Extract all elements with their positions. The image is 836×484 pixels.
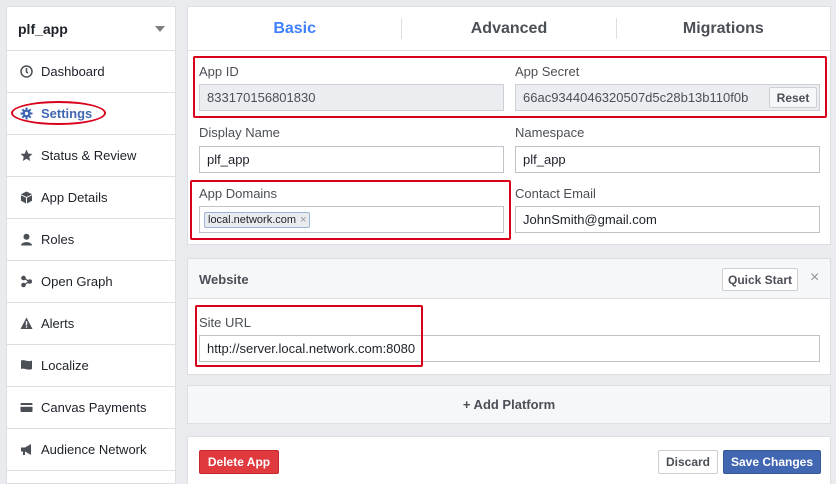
app-secret-value: 66ac9344046320507d5c28b13b110f0b bbox=[523, 90, 749, 105]
dashboard-icon bbox=[19, 65, 33, 79]
website-title: Website bbox=[199, 272, 249, 287]
sidebar-item-canvas-payments[interactable]: Canvas Payments bbox=[7, 387, 175, 429]
sidebar-item-roles[interactable]: Roles bbox=[7, 219, 175, 261]
box-icon bbox=[19, 191, 33, 205]
sidebar-item-label: Dashboard bbox=[41, 64, 105, 79]
sidebar-item-app-details[interactable]: App Details bbox=[7, 177, 175, 219]
domain-tag: local.network.com × bbox=[204, 211, 311, 228]
sidebar-item-label: Settings bbox=[41, 106, 93, 121]
tab-migrations[interactable]: Migrations bbox=[617, 7, 830, 50]
tab-basic[interactable]: Basic bbox=[188, 7, 401, 50]
star-icon bbox=[19, 149, 33, 163]
add-platform-button[interactable]: + Add Platform bbox=[187, 385, 831, 424]
app-name: plf_app bbox=[18, 20, 68, 37]
sidebar-item-settings[interactable]: Settings bbox=[7, 93, 175, 135]
sidebar-item-label: Audience Network bbox=[41, 442, 147, 457]
credit-card-icon bbox=[19, 401, 33, 415]
sidebar-item-label: Status & Review bbox=[41, 148, 137, 163]
flag-icon bbox=[19, 359, 33, 373]
add-platform-label: + Add Platform bbox=[462, 397, 556, 412]
sidebar-item-status-review[interactable]: Status & Review bbox=[7, 135, 175, 177]
gear-icon bbox=[19, 107, 33, 121]
site-url-field[interactable]: http://server.local.network.com:8080 bbox=[199, 335, 820, 362]
sidebar-item-label: Alerts bbox=[41, 316, 75, 331]
chevron-down-icon[interactable] bbox=[155, 25, 165, 32]
sidebar-item-label: Open Graph bbox=[41, 274, 113, 289]
tab-bar: Basic Advanced Migrations bbox=[188, 7, 830, 51]
contact-email-label: Contact Email bbox=[515, 186, 596, 201]
sidebar-item-alerts[interactable]: Alerts bbox=[7, 303, 175, 345]
app-domains-label: App Domains bbox=[199, 186, 278, 201]
quick-start-button[interactable]: Quick Start bbox=[722, 268, 798, 291]
domain-tag-label: local.network.com bbox=[208, 213, 297, 226]
sidebar-item-localize[interactable]: Localize bbox=[7, 345, 175, 387]
sidebar-item-open-graph[interactable]: Open Graph bbox=[7, 261, 175, 303]
namespace-field[interactable]: plf_app bbox=[515, 146, 820, 173]
app-selector[interactable]: plf_app bbox=[7, 7, 175, 51]
close-icon[interactable]: × bbox=[810, 269, 819, 287]
sidebar-item-label: Roles bbox=[41, 232, 75, 247]
display-name-field[interactable]: plf_app bbox=[199, 146, 504, 173]
display-name-label: Display Name bbox=[199, 125, 280, 140]
person-icon bbox=[19, 233, 33, 247]
website-platform-card: Website Quick Start × Site URL http://se… bbox=[187, 258, 831, 375]
basic-settings-card: Basic Advanced Migrations App ID 8331701… bbox=[187, 6, 831, 245]
website-header: Website Quick Start × bbox=[188, 259, 830, 299]
app-id-field[interactable]: 833170156801830 bbox=[199, 84, 504, 111]
save-changes-button[interactable]: Save Changes bbox=[723, 450, 821, 474]
sidebar: plf_app Dashboard Settings Status & Revi… bbox=[6, 6, 176, 484]
site-url-label: Site URL bbox=[199, 315, 252, 330]
warning-icon bbox=[19, 317, 33, 331]
remove-tag-icon[interactable]: × bbox=[300, 214, 306, 226]
megaphone-icon bbox=[19, 443, 33, 457]
sidebar-item-dashboard[interactable]: Dashboard bbox=[7, 51, 175, 93]
app-domains-field[interactable]: local.network.com × bbox=[199, 206, 504, 233]
namespace-label: Namespace bbox=[515, 125, 585, 140]
app-id-label: App ID bbox=[199, 64, 239, 79]
sidebar-item-label: Localize bbox=[41, 358, 89, 373]
discard-button[interactable]: Discard bbox=[658, 450, 718, 474]
contact-email-field[interactable]: JohnSmith@gmail.com bbox=[515, 206, 820, 233]
sidebar-item-audience-network[interactable]: Audience Network bbox=[7, 429, 175, 471]
sidebar-item-label: Canvas Payments bbox=[41, 400, 147, 415]
footer-actions: Delete App Discard Save Changes bbox=[187, 436, 831, 484]
tab-advanced[interactable]: Advanced bbox=[402, 7, 615, 50]
reset-button[interactable]: Reset bbox=[769, 87, 817, 108]
graph-nodes-icon bbox=[19, 275, 33, 289]
app-secret-label: App Secret bbox=[515, 64, 580, 79]
delete-app-button[interactable]: Delete App bbox=[199, 450, 279, 474]
sidebar-item-label: App Details bbox=[41, 190, 108, 205]
